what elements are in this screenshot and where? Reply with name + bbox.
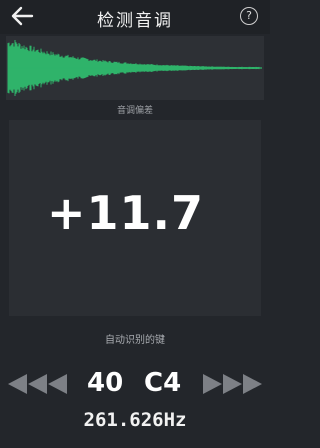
key-note: C4 bbox=[144, 368, 182, 398]
deviation-value: +11.7 bbox=[47, 186, 205, 240]
help-button[interactable]: ? bbox=[240, 7, 258, 25]
previous-key-button[interactable] bbox=[8, 373, 70, 395]
next-key-button[interactable] bbox=[200, 373, 262, 395]
deviation-panel: +11.7 bbox=[9, 120, 261, 316]
waveform bbox=[7, 40, 262, 96]
key-number: 40 bbox=[87, 368, 124, 398]
top-bar: 检测音调 ? bbox=[0, 0, 270, 34]
page-title: 检测音调 bbox=[97, 11, 173, 31]
deviation-label: 音调偏差 bbox=[116, 106, 153, 116]
waveform-panel bbox=[6, 36, 264, 100]
key-frequency: 261.626Hz bbox=[83, 409, 187, 431]
detected-key-label: 自动识别的键 bbox=[105, 335, 165, 346]
triple-right-arrow-icon bbox=[203, 374, 262, 394]
triple-left-arrow-icon bbox=[8, 374, 67, 394]
